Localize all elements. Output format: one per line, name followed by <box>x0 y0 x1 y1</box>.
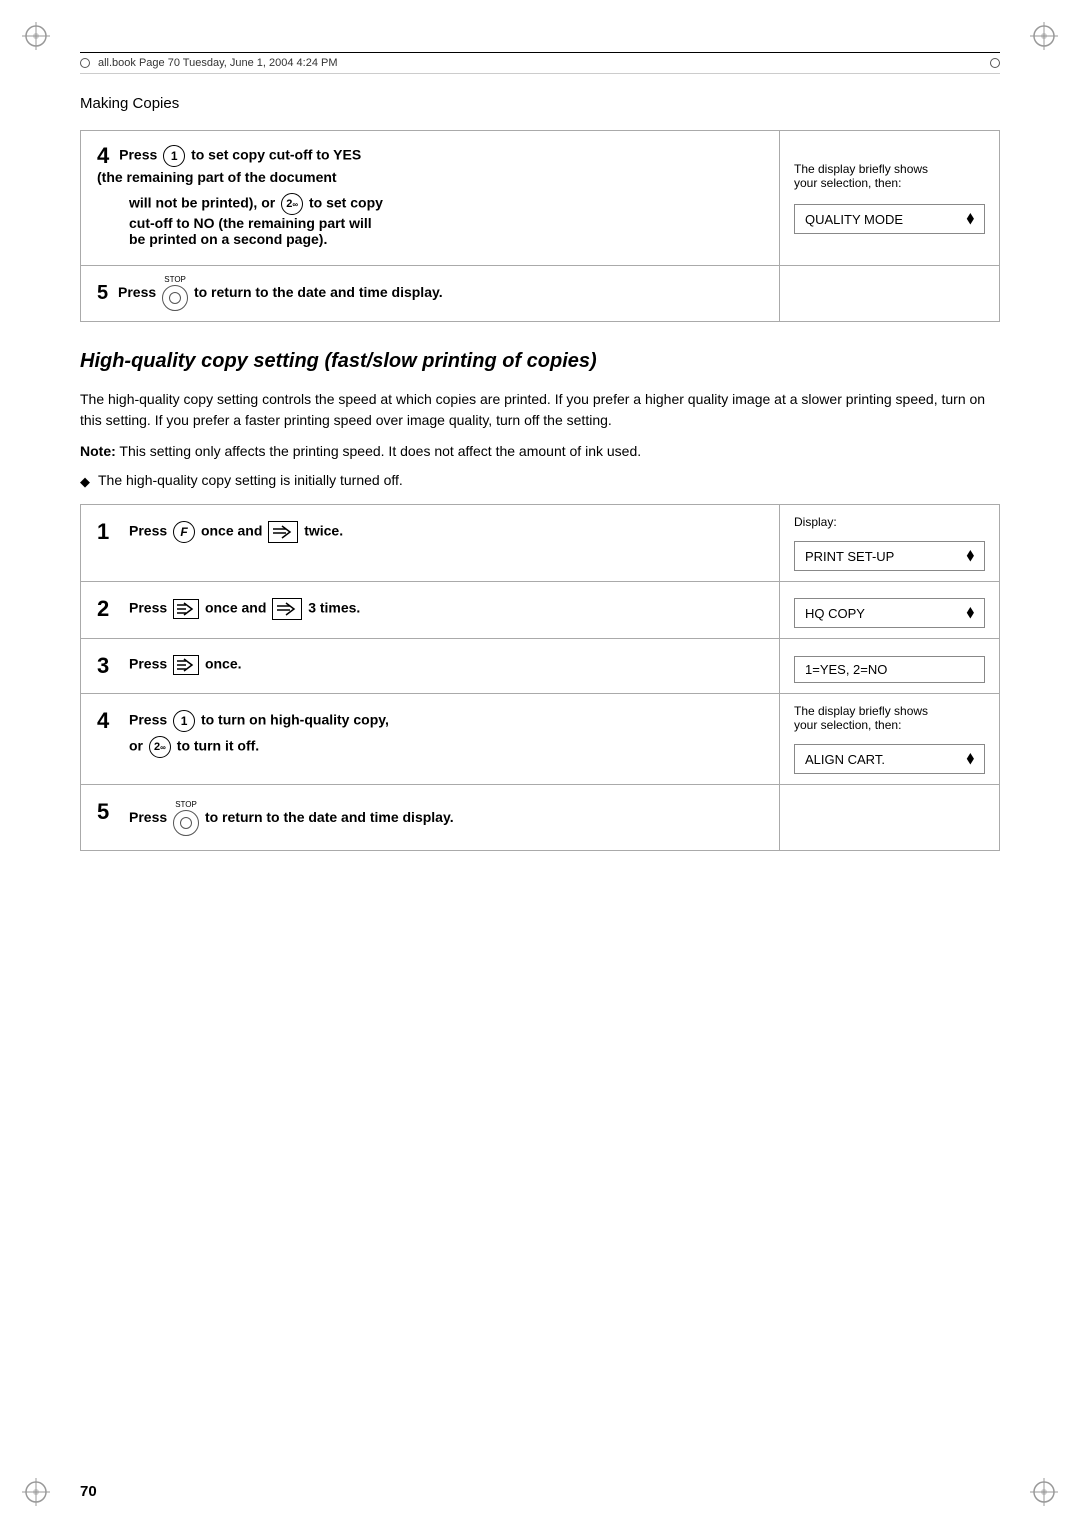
nav-btn-3 <box>173 655 199 675</box>
bullet-diamond: ◆ <box>80 474 90 490</box>
bullet-text: The high-quality copy setting is initial… <box>98 472 403 488</box>
btn-1-lower: 1 <box>173 710 195 732</box>
step-5-lower-left: 5 Press STOP to return to the date and t… <box>81 785 779 850</box>
step-5-top-left: 5 Press STOP to return to the date and t… <box>81 266 779 321</box>
step-row-4-lower: 4 Press 1 to turn on high-quality copy, … <box>80 693 1000 785</box>
step-4-press-label: Press <box>119 147 161 163</box>
note-text: Note: This setting only affects the prin… <box>80 441 1000 462</box>
step-4-lower-arrow: ⬧ <box>967 750 974 768</box>
step-box-4-top: 4 Press 1 to set copy cut-off to YES(the… <box>80 130 1000 266</box>
step-4-lower-content: Press 1 to turn on high-quality copy, or… <box>129 708 763 758</box>
steps-group: 1 Press F once and twice. <box>80 504 1000 851</box>
step-1-display-label: Display: <box>794 515 985 529</box>
page-number: 70 <box>80 1483 97 1500</box>
header-bar: all.book Page 70 Tuesday, June 1, 2004 4… <box>80 52 1000 74</box>
step-3-right: 1=YES, 2=NO <box>779 639 999 693</box>
step-num-2: 2 <box>97 596 121 622</box>
step-2-display: HQ COPY ⬧ <box>794 598 985 628</box>
step-4-display-arrow: ⬧ <box>967 210 974 228</box>
reg-mark-tr <box>1026 18 1062 54</box>
btn-2-top: 2∞ <box>281 193 303 215</box>
arrow-icon-2 <box>272 598 302 620</box>
reg-mark-br <box>1026 1474 1062 1510</box>
step-4-display-label: The display briefly showsyour selection,… <box>794 162 985 190</box>
step-1-content: Press F once and twice. <box>129 519 763 543</box>
step-number-4-top: 4 <box>97 143 109 168</box>
step-5-lower-right <box>779 785 999 850</box>
step-3-display: 1=YES, 2=NO <box>794 656 985 683</box>
step-3-content: Press once. <box>129 653 763 675</box>
step-4-lower-right: The display briefly showsyour selection,… <box>779 694 999 784</box>
section-heading: High-quality copy setting (fast/slow pri… <box>80 350 1000 373</box>
step-1-left: 1 Press F once and twice. <box>81 505 779 581</box>
btn-1-top: 1 <box>163 145 185 167</box>
step-1-display-text: PRINT SET-UP <box>805 549 894 564</box>
main-content: Making Copies 4 Press 1 to set copy cut-… <box>80 95 1000 1448</box>
step-2-arrow: ⬧ <box>967 604 974 622</box>
step-row-5-lower: 5 Press STOP to return to the date and t… <box>80 784 1000 851</box>
reg-mark-tl <box>18 18 54 54</box>
step-5-lower-content: Press STOP to return to the date and tim… <box>129 799 763 836</box>
step-row-1: 1 Press F once and twice. <box>80 504 1000 582</box>
step-2-right: HQ COPY ⬧ <box>779 582 999 638</box>
step-4-lower-display-text: ALIGN CART. <box>805 752 885 767</box>
intro-text: The high-quality copy setting controls t… <box>80 389 1000 431</box>
page-title: Making Copies <box>80 95 1000 112</box>
arrow-icon-1 <box>268 521 298 543</box>
step-box-5-top: 5 Press STOP to return to the date and t… <box>80 266 1000 322</box>
step-4-lower-left: 4 Press 1 to turn on high-quality copy, … <box>81 694 779 784</box>
step-4-top-left: 4 Press 1 to set copy cut-off to YES(the… <box>81 131 779 265</box>
nav-btn-2a <box>173 599 199 619</box>
step-1-right: Display: PRINT SET-UP ⬧ <box>779 505 999 581</box>
step-4-lower-display: ALIGN CART. ⬧ <box>794 744 985 774</box>
reg-mark-bl <box>18 1474 54 1510</box>
step-2-left: 2 Press once and <box>81 582 779 638</box>
step-1-arrow: ⬧ <box>967 547 974 565</box>
note-body: This setting only affects the printing s… <box>119 443 641 459</box>
stop-btn-lower: STOP <box>173 801 199 836</box>
step-4-top-right: The display briefly showsyour selection,… <box>779 131 999 265</box>
step-4-lower-display-label: The display briefly showsyour selection,… <box>794 704 985 732</box>
step-5-press: Press <box>118 284 160 300</box>
step-row-2: 2 Press once and <box>80 581 1000 639</box>
step-num-5-lower: 5 <box>97 799 121 825</box>
step-5-text: to return to the date and time display. <box>194 284 443 300</box>
header-circle-left <box>80 58 90 68</box>
header-circle-right <box>990 58 1000 68</box>
btn-2-lower: 2∞ <box>149 736 171 758</box>
step-3-left: 3 Press once. <box>81 639 779 693</box>
bullet-item: ◆ The high-quality copy setting is initi… <box>80 472 1000 490</box>
step-5-top-right <box>779 266 999 321</box>
step-row-3: 3 Press once. 1=YES <box>80 638 1000 694</box>
step-4-display-panel: QUALITY MODE ⬧ <box>794 204 985 234</box>
note-label: Note: <box>80 443 116 459</box>
step-num-1: 1 <box>97 519 121 545</box>
step-3-display-text: 1=YES, 2=NO <box>805 662 887 677</box>
step-1-display: PRINT SET-UP ⬧ <box>794 541 985 571</box>
step-num-3: 3 <box>97 653 121 679</box>
btn-f-1: F <box>173 521 195 543</box>
step-2-content: Press once and <box>129 596 763 620</box>
stop-btn-top: STOP <box>162 276 188 311</box>
step-4-display-text: QUALITY MODE <box>805 212 903 227</box>
step-number-5-top: 5 <box>97 282 108 304</box>
step-2-display-text: HQ COPY <box>805 606 865 621</box>
step-num-4-lower: 4 <box>97 708 121 734</box>
header-file-info: all.book Page 70 Tuesday, June 1, 2004 4… <box>98 57 338 69</box>
